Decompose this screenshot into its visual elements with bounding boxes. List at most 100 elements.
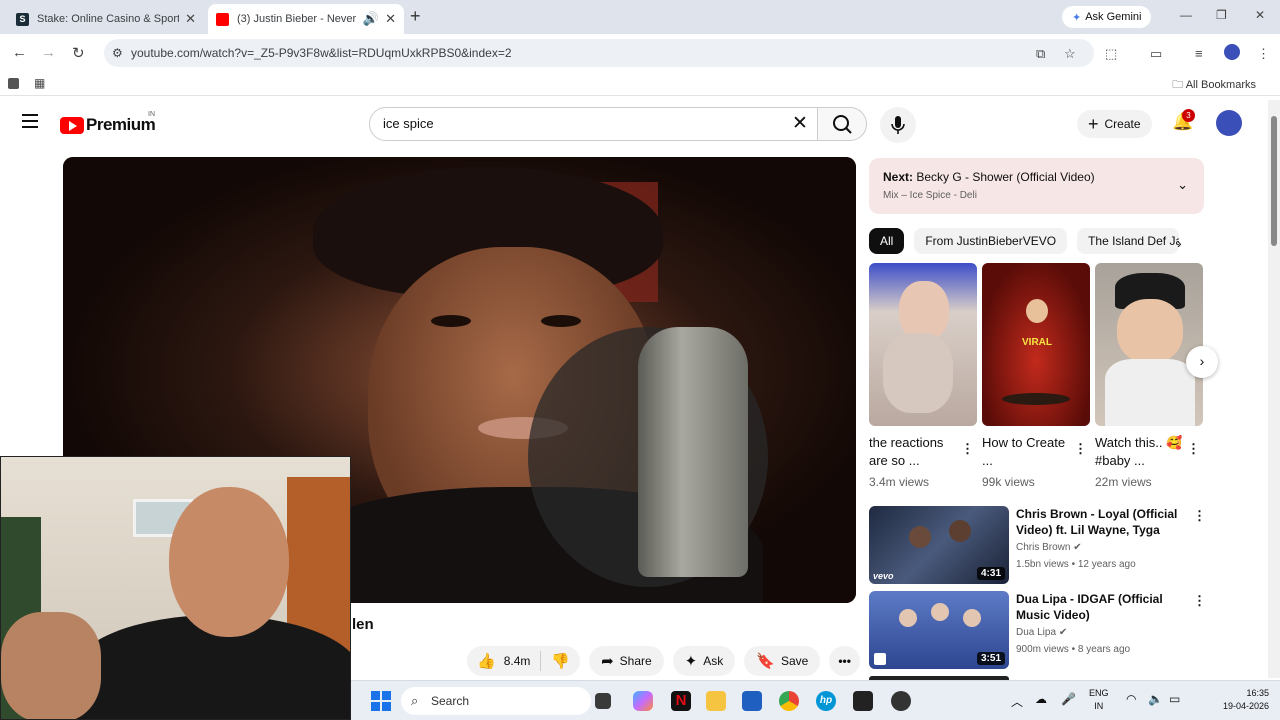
all-bookmarks-button[interactable]: 🗀 All Bookmarks — [1172, 76, 1256, 95]
thumb-cartoon-head — [1026, 299, 1048, 323]
thumb-baby-face — [1117, 299, 1183, 363]
short-item[interactable]: VIRAL How to Create ... ⋮ 99k views — [982, 263, 1090, 489]
site-info-icon[interactable]: ⚙ — [112, 39, 123, 67]
more-vertical-icon[interactable]: ⋮ — [961, 441, 974, 457]
taskbar-search[interactable]: ⌕ Search — [401, 687, 591, 715]
chip-island-def-jam[interactable]: The Island Def Ja — [1077, 228, 1180, 254]
tray-chevron-icon[interactable]: ︿ — [1011, 693, 1023, 710]
reading-list-icon[interactable]: ▭ — [1150, 46, 1162, 62]
webcam-overlay — [0, 456, 351, 720]
video-title: Chris Brown - Loyal (Official Video) ft.… — [1016, 507, 1178, 537]
video-actions: 👍 8.4m 👎 ➦ Share ✦ Ask 🔖 Save ••• — [467, 646, 860, 676]
page-scrollbar[interactable] — [1268, 100, 1280, 678]
thumb-figure — [909, 526, 931, 548]
audio-icon[interactable]: 🔊 — [363, 11, 379, 27]
cloud-icon[interactable]: ☁ — [1035, 692, 1047, 706]
tab-stake[interactable]: S Stake: Online Casino & Sports B ✕ — [8, 4, 204, 34]
microsoft-store-icon[interactable] — [742, 691, 762, 711]
gemini-sparkle-icon: ✦ — [1072, 11, 1082, 24]
youtube-header: Premium IN ice spice ✕ + Create 🔔 3 — [0, 100, 1268, 150]
related-video[interactable]: vevo 4:31 Chris Brown - Loyal (Official … — [869, 506, 1209, 584]
hamburger-menu-icon[interactable] — [22, 114, 38, 132]
forward-arrow-icon[interactable]: → — [41, 44, 56, 61]
system-clock[interactable]: 16:35 19-04-2026 — [1211, 687, 1269, 713]
task-view-icon[interactable] — [595, 693, 611, 709]
chevron-down-icon[interactable]: ⌄ — [1177, 177, 1188, 193]
save-button[interactable]: 🔖 Save — [744, 646, 821, 676]
address-bar[interactable]: ⚙ youtube.com/watch?v=_Z5-P9v3F8w&list=R… — [104, 39, 1094, 67]
search-input[interactable]: ice spice — [369, 107, 825, 141]
ask-gemini-button[interactable]: ✦ Ask Gemini — [1062, 6, 1152, 28]
up-next-prefix: Next: — [883, 170, 914, 184]
chip-from-channel[interactable]: From JustinBieberVEVO — [914, 228, 1068, 254]
wifi-icon[interactable]: ◠ — [1126, 692, 1136, 706]
share-button[interactable]: ➦ Share — [589, 646, 664, 676]
short-title: How to Create ... — [982, 435, 1066, 468]
netflix-icon[interactable]: N — [671, 691, 691, 711]
bookmark-app-icon[interactable] — [8, 78, 19, 89]
create-label: Create — [1104, 117, 1141, 131]
copilot-icon[interactable] — [633, 691, 653, 711]
more-vertical-icon[interactable]: ⋮ — [1074, 441, 1087, 457]
close-tab-icon[interactable]: ✕ — [185, 11, 196, 27]
profile-avatar[interactable] — [1224, 44, 1240, 60]
close-window-icon[interactable]: ✕ — [1255, 8, 1265, 22]
notifications-button[interactable]: 🔔 3 — [1172, 109, 1195, 132]
microphone-tray-icon[interactable]: 🎤 — [1061, 692, 1076, 706]
tab-strip: S Stake: Online Casino & Sports B ✕ (3) … — [0, 0, 1280, 34]
file-explorer-icon[interactable] — [706, 691, 726, 711]
clock-time: 16:35 — [1246, 688, 1269, 698]
clock-date: 19-04-2026 — [1222, 701, 1269, 711]
search-button[interactable] — [817, 107, 867, 141]
close-tab-icon[interactable]: ✕ — [385, 11, 396, 27]
thumbs-down-icon[interactable]: 👎 — [551, 652, 570, 670]
minimize-icon[interactable]: — — [1180, 8, 1192, 22]
language-indicator[interactable]: ENG IN — [1089, 687, 1109, 713]
up-next-card[interactable]: Next: Becky G - Shower (Official Video) … — [869, 158, 1204, 214]
video-title: Dua Lipa - IDGAF (Official Music Video) — [1016, 592, 1163, 622]
search-icon: ⌕ — [411, 693, 419, 708]
reload-icon[interactable]: ↻ — [72, 44, 85, 62]
capcut-icon[interactable] — [853, 691, 873, 711]
short-item[interactable]: the reactions are so ... ⋮ 3.4m views — [869, 263, 977, 489]
youtube-premium-logo[interactable]: Premium IN — [60, 111, 156, 135]
short-item[interactable]: Watch this.. 🥰 #baby ... ⋮ 22m views — [1095, 263, 1203, 489]
create-button[interactable]: + Create — [1077, 110, 1152, 138]
new-tab-button[interactable]: + — [410, 6, 421, 27]
media-app-icon[interactable] — [891, 691, 911, 711]
more-vertical-icon[interactable]: ⋮ — [1193, 593, 1206, 609]
more-vertical-icon[interactable]: ⋮ — [1187, 441, 1200, 457]
volume-icon[interactable]: 🔈 — [1148, 692, 1163, 706]
account-avatar[interactable] — [1216, 110, 1242, 136]
clear-search-icon[interactable]: ✕ — [792, 112, 808, 135]
chevron-right-icon[interactable]: › — [1177, 235, 1182, 251]
related-video[interactable]: 3:51 Dua Lipa - IDGAF (Official Music Vi… — [869, 591, 1209, 669]
youtube-play-icon — [60, 116, 84, 134]
windows-start-icon[interactable] — [371, 691, 391, 711]
like-button[interactable]: 👍 8.4m — [477, 652, 530, 670]
region-code: IN — [1094, 701, 1104, 711]
install-app-icon[interactable]: ⧉ — [1036, 46, 1045, 62]
battery-icon[interactable]: ▭ — [1169, 692, 1180, 706]
scrollbar-thumb[interactable] — [1271, 116, 1277, 246]
ask-button[interactable]: ✦ Ask — [672, 646, 736, 676]
more-horizontal-icon: ••• — [838, 654, 851, 668]
media-controls-icon[interactable]: ≡ — [1195, 46, 1203, 61]
maximize-icon[interactable]: ❐ — [1216, 8, 1227, 22]
back-arrow-icon[interactable]: ← — [12, 44, 27, 61]
shorts-next-arrow-icon[interactable]: › — [1186, 346, 1218, 378]
chrome-icon[interactable] — [779, 691, 799, 711]
more-vertical-icon[interactable]: ⋮ — [1193, 508, 1206, 524]
bookmark-star-icon[interactable]: ☆ — [1064, 46, 1076, 62]
apps-grid-icon[interactable]: ▦ — [34, 76, 45, 90]
more-menu-icon[interactable]: ⋮ — [1257, 46, 1270, 62]
voice-search-button[interactable] — [880, 107, 916, 143]
thumb-stage — [1002, 393, 1070, 405]
hp-icon[interactable]: hp — [816, 691, 836, 711]
chip-all[interactable]: All — [869, 228, 905, 254]
up-next-line: Next: Becky G - Shower (Official Video) — [883, 170, 1095, 184]
extensions-icon[interactable]: ⬚ — [1105, 46, 1117, 62]
more-actions-button[interactable]: ••• — [829, 646, 860, 676]
tab-youtube[interactable]: (3) Justin Bieber - Never Say 🔊 ✕ — [208, 4, 404, 34]
short-views: 3.4m views — [869, 475, 930, 489]
